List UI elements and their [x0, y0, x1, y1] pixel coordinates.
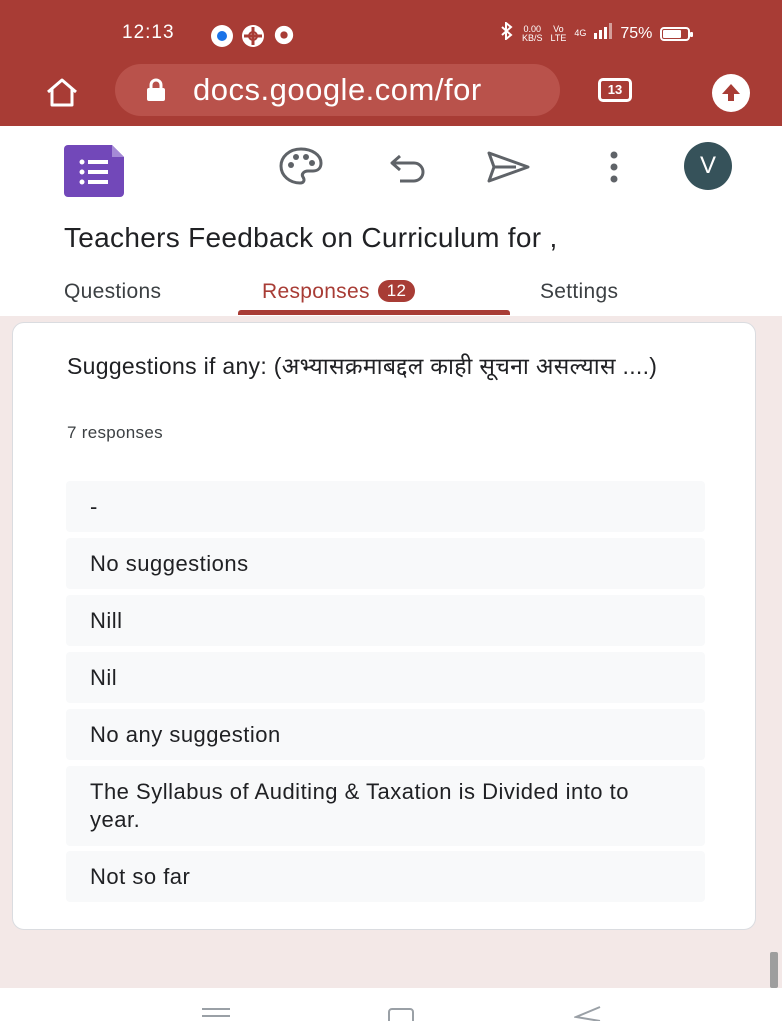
response-item: No any suggestion: [66, 709, 705, 760]
send-icon[interactable]: [486, 150, 532, 189]
url-bar[interactable]: docs.google.com/for: [115, 64, 560, 116]
app-icon: [241, 24, 265, 54]
browser-chrome: 12:13 0.00 KB/S Vo LTE 4G 75% docs.googl…: [0, 0, 782, 126]
tab-bar: Questions Responses 12 Settings: [0, 270, 782, 316]
form-title: Teachers Feedback on Curriculum for ,: [64, 222, 558, 253]
battery-icon: [660, 26, 694, 41]
net-speed: 0.00 KB/S: [522, 23, 543, 43]
response-item: Nil: [66, 652, 705, 703]
status-indicators: 0.00 KB/S Vo LTE 4G 75%: [500, 20, 694, 45]
tab-questions[interactable]: Questions: [64, 280, 161, 304]
home-icon[interactable]: [44, 76, 80, 113]
upload-icon[interactable]: [712, 74, 750, 112]
status-time: 12:13: [122, 22, 175, 43]
tab-switcher-button[interactable]: 13: [598, 78, 632, 102]
response-item: Nill: [66, 595, 705, 646]
question-title: Suggestions if any: (अभ्यासक्रमाबद्दल का…: [67, 353, 658, 379]
battery-percent: 75%: [620, 24, 653, 42]
recents-menu-icon[interactable]: [202, 1006, 230, 1024]
more-vert-icon[interactable]: [608, 150, 620, 189]
status-bar: 12:13 0.00 KB/S Vo LTE 4G 75%: [0, 0, 782, 66]
undo-icon[interactable]: [388, 152, 430, 189]
tab-responses-label: Responses: [262, 280, 370, 303]
response-count: 7 responses: [67, 423, 163, 442]
responses-count-badge: 12: [377, 280, 416, 302]
active-tab-indicator: [238, 310, 510, 315]
signal-icon: [594, 23, 613, 44]
tab-responses[interactable]: Responses 12: [262, 280, 416, 304]
response-item: The Syllabus of Auditing & Taxation is D…: [66, 766, 705, 846]
back-nav-icon[interactable]: [572, 1006, 602, 1026]
url-text: docs.google.com/for: [193, 72, 482, 107]
response-item: Not so far: [66, 851, 705, 902]
network-type: 4G: [574, 28, 587, 38]
response-item: No suggestions: [66, 538, 705, 589]
home-nav-icon[interactable]: [388, 1008, 414, 1026]
avatar[interactable]: V: [684, 142, 732, 190]
google-forms-logo[interactable]: [62, 145, 126, 202]
bluetooth-icon: [500, 20, 514, 45]
messenger-icon: [210, 24, 234, 54]
palette-icon[interactable]: [278, 146, 324, 191]
response-item: -: [66, 481, 705, 532]
question-response-card: Suggestions if any: (अभ्यासक्रमाबद्दल का…: [12, 322, 756, 930]
scrollbar[interactable]: [770, 952, 778, 988]
chrome-icon: [273, 24, 295, 52]
tab-settings[interactable]: Settings: [540, 280, 618, 304]
lock-icon: [145, 78, 167, 107]
volte-indicator: Vo LTE: [550, 23, 567, 43]
